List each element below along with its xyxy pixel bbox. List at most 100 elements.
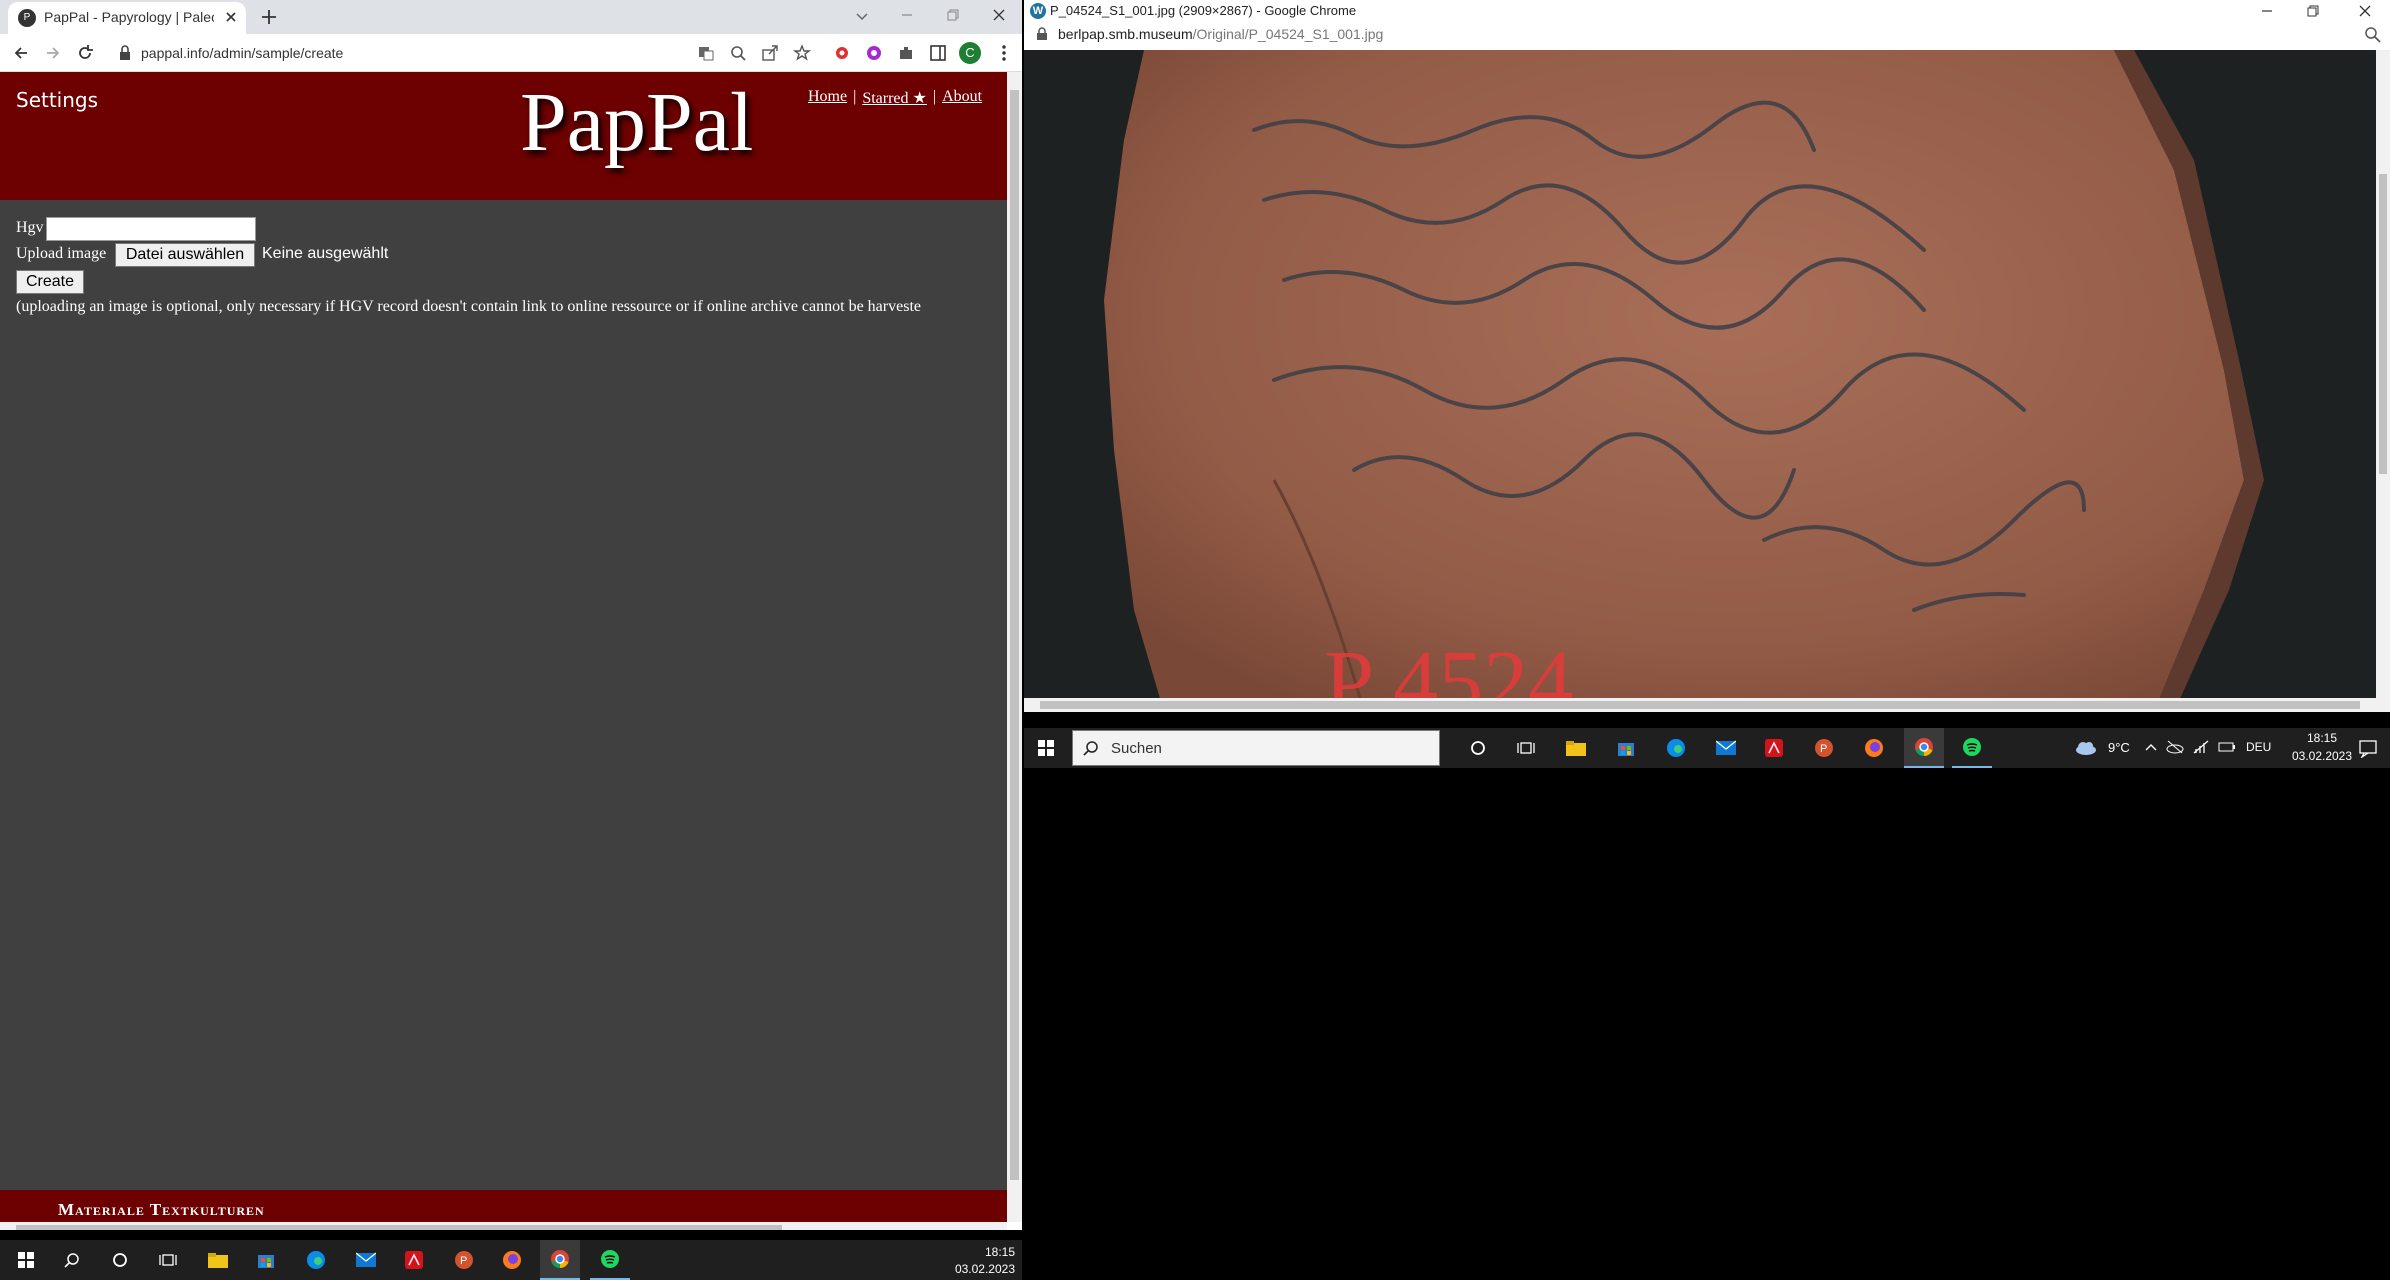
- network-icon[interactable]: [2192, 739, 2210, 755]
- cloud-sync-icon[interactable]: [2166, 739, 2184, 755]
- nav-home[interactable]: Home: [808, 88, 847, 108]
- papyrus-image-viewer[interactable]: P 4524: [1024, 50, 2376, 712]
- file-status: Keine ausgewählt: [262, 245, 389, 262]
- hgv-label: Hgv: [16, 219, 44, 236]
- reload-icon[interactable]: [70, 38, 100, 68]
- file-explorer-icon[interactable]: [198, 1240, 238, 1280]
- hgv-input[interactable]: [46, 217, 256, 241]
- menu-kebab-icon[interactable]: [990, 39, 1018, 67]
- spotify-icon[interactable]: [1952, 728, 1992, 768]
- extension-purple-icon[interactable]: [860, 39, 888, 67]
- search-placeholder: Suchen: [1111, 740, 1162, 757]
- zoom-icon[interactable]: [2364, 26, 2382, 44]
- site-logo: PapPal: [520, 76, 754, 169]
- horizontal-scrollbar[interactable]: [0, 1222, 1007, 1230]
- svg-text:P: P: [1820, 743, 1827, 755]
- edge-icon[interactable]: [1656, 728, 1696, 768]
- taskbar-right: Suchen P 9°C DEU 18:15 03.02.2023: [1024, 728, 2390, 768]
- horizontal-scrollbar[interactable]: [1024, 698, 2376, 712]
- upload-note: (uploading an image is optional, only ne…: [16, 298, 921, 315]
- left-browser-window: P PapPal - Papyrology | Paleograph pappa…: [0, 0, 1022, 1230]
- task-view-icon[interactable]: [1506, 728, 1546, 768]
- scroll-thumb[interactable]: [1040, 701, 2360, 709]
- acrobat-icon[interactable]: [394, 1240, 434, 1280]
- window-title: P_04524_S1_001.jpg (2909×2867) - Google …: [1050, 3, 1357, 18]
- clock-time: 18:15: [984, 1245, 1015, 1259]
- clock-time: 18:15: [2306, 731, 2338, 745]
- file-explorer-icon[interactable]: [1556, 728, 1596, 768]
- extension-red-icon[interactable]: [828, 39, 856, 67]
- nav-starred[interactable]: Starred ★: [862, 88, 927, 108]
- powerpoint-icon[interactable]: P: [444, 1240, 484, 1280]
- bookmark-star-icon[interactable]: [788, 39, 816, 67]
- popup-address-bar: berlpap.smb.museum/Original/P_04524_S1_0…: [1024, 22, 2390, 50]
- vertical-scrollbar[interactable]: [2376, 50, 2390, 712]
- nav-about[interactable]: About: [942, 88, 982, 108]
- settings-link[interactable]: Settings: [16, 88, 98, 112]
- lock-icon: [1036, 27, 1048, 41]
- popup-url[interactable]: berlpap.smb.museum/Original/P_04524_S1_0…: [1058, 26, 1383, 42]
- battery-icon[interactable]: [2218, 739, 2236, 755]
- vertical-scrollbar[interactable]: [1007, 72, 1022, 1222]
- notifications-icon[interactable]: [2358, 738, 2378, 758]
- site-footer: Materiale Textkulturen: [0, 1190, 1007, 1222]
- tab-pappal[interactable]: P PapPal - Papyrology | Paleograph: [8, 2, 246, 34]
- task-view-icon[interactable]: [148, 1240, 188, 1280]
- firefox-icon[interactable]: [1854, 728, 1894, 768]
- nav-separator: |: [853, 88, 857, 105]
- firefox-icon[interactable]: [492, 1240, 532, 1280]
- create-button[interactable]: Create: [16, 270, 84, 294]
- close-window-icon[interactable]: [976, 0, 1022, 30]
- share-icon[interactable]: [756, 39, 784, 67]
- clock-date: 03.02.2023: [954, 1262, 1015, 1276]
- weather-temp[interactable]: 9°C: [2108, 740, 2130, 755]
- side-panel-icon[interactable]: [924, 39, 952, 67]
- wordpress-icon: W: [1030, 3, 1046, 19]
- new-tab-icon[interactable]: [256, 4, 282, 30]
- scroll-thumb[interactable]: [1010, 90, 1019, 1180]
- language-indicator[interactable]: DEU: [2246, 740, 2271, 754]
- windows-start-icon[interactable]: [1026, 728, 1066, 768]
- tab-search-icon[interactable]: [852, 6, 872, 26]
- restore-icon[interactable]: [930, 0, 976, 30]
- cortana-icon[interactable]: [1458, 728, 1498, 768]
- edge-icon[interactable]: [296, 1240, 336, 1280]
- minimize-icon[interactable]: [884, 0, 930, 30]
- cortana-icon[interactable]: [100, 1240, 140, 1280]
- search-icon[interactable]: [52, 1240, 92, 1280]
- address-bar[interactable]: pappal.info/admin/sample/create: [141, 39, 711, 67]
- weather-cloud-icon[interactable]: [2074, 740, 2098, 756]
- site-header: Settings PapPal Home | Starred ★ | About: [0, 72, 1007, 200]
- back-icon[interactable]: [6, 38, 36, 68]
- tab-title: PapPal - Papyrology | Paleograph: [44, 9, 214, 25]
- chrome-icon[interactable]: [540, 1240, 580, 1280]
- acrobat-icon[interactable]: [1754, 728, 1794, 768]
- mail-icon[interactable]: [346, 1240, 386, 1280]
- tab-close-icon[interactable]: [222, 8, 240, 26]
- top-nav: Home | Starred ★ | About: [808, 88, 982, 108]
- url-path: /Original/P_04524_S1_001.jpg: [1192, 26, 1384, 42]
- profile-avatar[interactable]: C: [959, 42, 981, 64]
- scroll-thumb[interactable]: [2379, 174, 2387, 474]
- clock-date: 03.02.2023: [2291, 749, 2353, 763]
- url-host: berlpap.smb.museum: [1058, 26, 1193, 42]
- mail-icon[interactable]: [1706, 728, 1746, 768]
- extensions-puzzle-icon[interactable]: [892, 39, 920, 67]
- title-bar: W P_04524_S1_001.jpg (2909×2867) - Googl…: [1024, 0, 2390, 22]
- choose-file-button[interactable]: Datei auswählen: [115, 243, 255, 267]
- store-icon[interactable]: [1606, 728, 1646, 768]
- translate-icon[interactable]: [692, 39, 720, 67]
- powerpoint-icon[interactable]: P: [1804, 728, 1844, 768]
- chrome-icon[interactable]: [1904, 728, 1944, 768]
- store-icon[interactable]: [246, 1240, 286, 1280]
- taskbar-search-box[interactable]: Suchen: [1072, 730, 1440, 766]
- forward-icon[interactable]: [38, 38, 68, 68]
- windows-start-icon[interactable]: [6, 1240, 46, 1280]
- zoom-icon[interactable]: [724, 39, 752, 67]
- scroll-thumb[interactable]: [16, 1225, 782, 1230]
- favicon-icon: P: [18, 9, 36, 27]
- spotify-icon[interactable]: [590, 1240, 630, 1280]
- lock-icon: [118, 45, 132, 61]
- nav-separator: |: [932, 88, 937, 105]
- tray-chevron-up-icon[interactable]: [2144, 740, 2158, 754]
